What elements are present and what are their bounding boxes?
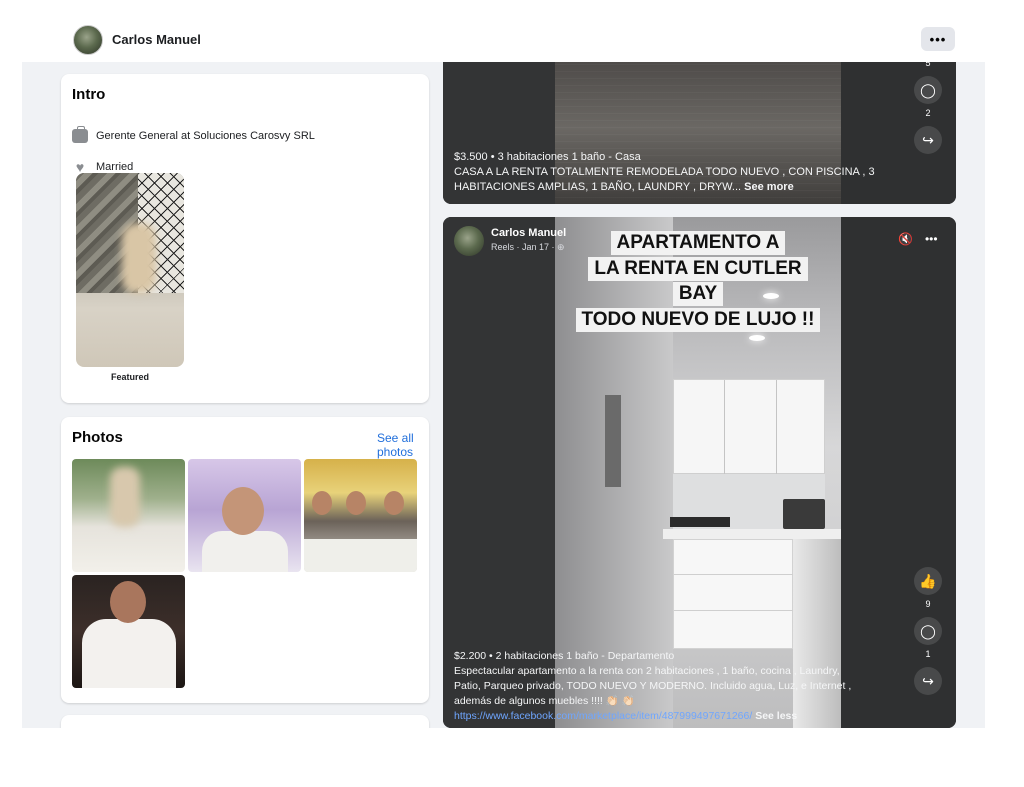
- countertop: [663, 529, 841, 539]
- photos-card: Photos See all photos: [61, 417, 429, 703]
- cabinet-divider: [776, 380, 777, 475]
- see-all-photos-link[interactable]: See all photos: [377, 431, 429, 459]
- share-icon[interactable]: ↪: [914, 126, 942, 154]
- more-options-button[interactable]: •••: [921, 27, 955, 51]
- intro-work-text: Gerente General at Soluciones Carosvy SR…: [96, 130, 315, 142]
- mute-icon[interactable]: 🔇: [898, 232, 913, 246]
- photo-face: [384, 491, 404, 515]
- share-icon[interactable]: ↪: [914, 667, 942, 695]
- reaction-count: 5: [925, 62, 931, 68]
- ceiling-light: [749, 335, 765, 341]
- photo-face: [110, 581, 146, 623]
- post-actions: 👍 9 ◯ 1 ↪: [914, 567, 942, 695]
- post-text-line: CASA A LA RENTA TOTALMENTE REMODELADA TO…: [454, 166, 875, 178]
- comment-count: 2: [925, 108, 931, 118]
- video-banner-line: BAY: [555, 282, 841, 306]
- post-description: $3.500 • 3 habitaciones 1 baño - Casa CA…: [454, 150, 884, 195]
- video-top-controls: 🔇 •••: [898, 232, 938, 246]
- photo-table: [304, 539, 417, 572]
- upper-cabinets: [673, 379, 825, 475]
- blurred-figure: [110, 467, 140, 527]
- lower-cabinets: [673, 539, 794, 649]
- photo-shirt: [202, 531, 288, 572]
- intro-card: Intro Gerente General at Soluciones Caro…: [61, 74, 429, 403]
- post-text-line: Patio, Parqueo privado, TODO NUEVO Y MOD…: [454, 680, 852, 692]
- photo-face: [222, 487, 264, 535]
- marketplace-link[interactable]: https://www.facebook.com/marketplace/ite…: [454, 710, 752, 722]
- intro-relationship-row: ♥ Married: [72, 160, 133, 174]
- drawer-line: [674, 574, 794, 575]
- post-text-line-3: HABITACIONES AMPLIAS, 1 BAÑO, LAUNDRY , …: [454, 180, 884, 195]
- post-description: $2.200 • 2 habitaciones 1 baño - Departa…: [454, 649, 884, 724]
- avatar[interactable]: [454, 226, 484, 256]
- intro-work-row: Gerente General at Soluciones Carosvy SR…: [72, 126, 315, 143]
- like-count: 9: [925, 599, 931, 609]
- avatar[interactable]: [73, 25, 103, 55]
- banner-text: LA RENTA EN CUTLER: [588, 257, 808, 281]
- post-text-line: HABITACIONES AMPLIAS, 1 BAÑO, LAUNDRY , …: [454, 181, 742, 193]
- video-wall-panel: [605, 395, 621, 487]
- post-text-line: además de algunos muebles !!!! 👏🏻 👏🏻: [454, 695, 635, 707]
- profile-content: Intro Gerente General at Soluciones Caro…: [22, 62, 985, 728]
- photo-shirt: [82, 619, 176, 688]
- post-link-line: https://www.facebook.com/marketplace/ite…: [454, 709, 884, 724]
- post-author-name[interactable]: Carlos Manuel: [491, 227, 566, 239]
- heart-icon: ♥: [75, 159, 85, 175]
- photos-title: Photos: [72, 429, 123, 446]
- next-section-card: [61, 715, 429, 728]
- like-icon[interactable]: 👍: [914, 567, 942, 595]
- post-actions: 5 ◯ 2 ↪: [914, 62, 942, 154]
- photo-thumbnail[interactable]: [304, 459, 417, 572]
- see-less-link[interactable]: See less: [755, 710, 797, 722]
- video-banner-line: TODO NUEVO DE LUJO !!: [555, 308, 841, 332]
- drawer-line: [674, 610, 794, 611]
- intro-relationship-text: Married: [96, 161, 134, 173]
- see-more-link[interactable]: See more: [744, 181, 794, 193]
- profile-name[interactable]: Carlos Manuel: [112, 32, 201, 47]
- featured-story-thumbnail[interactable]: [76, 173, 184, 367]
- post-meta: Reels · Jan 17 · ⊕: [491, 242, 565, 252]
- post-price-line: $3.500 • 3 habitaciones 1 baño - Casa: [454, 151, 641, 163]
- post-price-line: $2.200 • 2 habitaciones 1 baño - Departa…: [454, 650, 675, 662]
- photo-face: [346, 491, 366, 515]
- comment-icon[interactable]: ◯: [914, 617, 942, 645]
- photo-thumbnail[interactable]: [72, 459, 185, 572]
- photo-thumbnail[interactable]: [188, 459, 301, 572]
- cooktop: [670, 517, 730, 527]
- banner-text: BAY: [672, 282, 724, 306]
- video-banner-line: LA RENTA EN CUTLER: [555, 257, 841, 281]
- photo-face: [312, 491, 332, 515]
- reel-post[interactable]: APARTAMENTO A LA RENTA EN CUTLER BAY TOD…: [443, 217, 956, 728]
- photo-thumbnail[interactable]: [72, 575, 185, 688]
- comment-count: 1: [925, 649, 931, 659]
- banner-text: APARTAMENTO A: [610, 231, 786, 255]
- featured-blurred-figure: [122, 223, 156, 293]
- banner-text: TODO NUEVO DE LUJO !!: [575, 308, 821, 332]
- microwave: [783, 499, 825, 529]
- briefcase-icon: [72, 126, 88, 143]
- comment-icon[interactable]: ◯: [914, 76, 942, 104]
- video-banner-line: APARTAMENTO A: [555, 231, 841, 255]
- reel-post[interactable]: 5 ◯ 2 ↪ $3.500 • 3 habitaciones 1 baño -…: [443, 62, 956, 204]
- post-text-line: Espectacular apartamento a la renta con …: [454, 665, 840, 677]
- post-more-icon[interactable]: •••: [925, 232, 938, 246]
- featured-label: Featured: [110, 372, 149, 382]
- cabinet-divider: [724, 380, 725, 475]
- intro-title: Intro: [72, 86, 106, 103]
- profile-header-bar: Carlos Manuel •••: [0, 0, 1024, 62]
